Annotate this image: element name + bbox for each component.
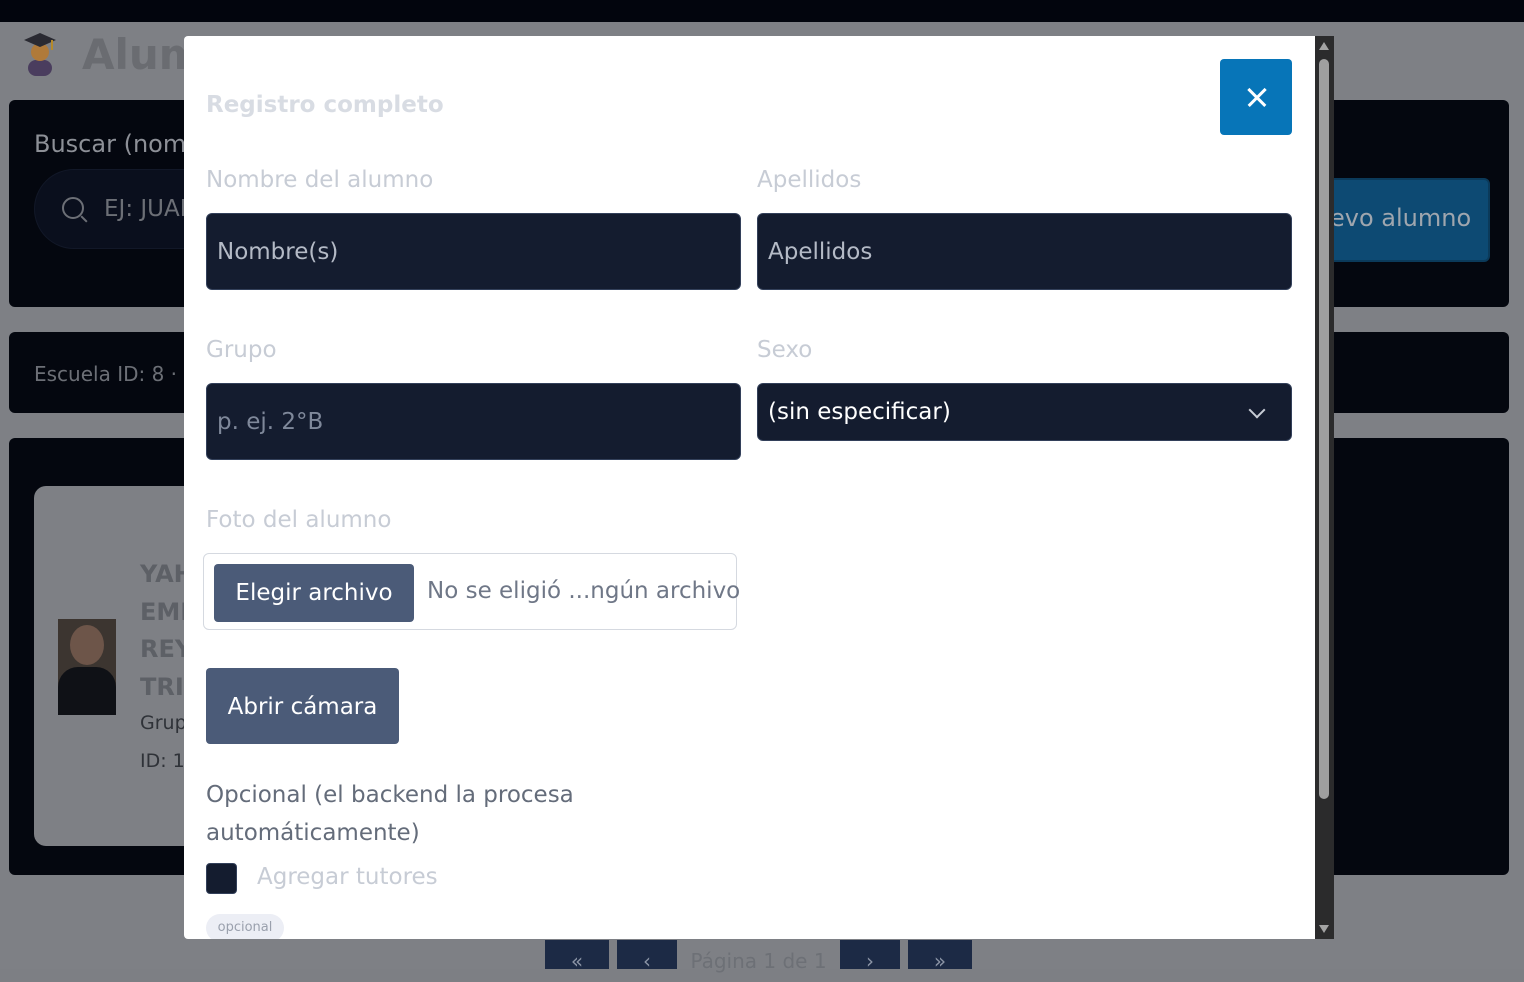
photo-file-input[interactable]: Elegir archivo No se eligió ...ngún arch… [203,553,741,630]
pager-next-button[interactable]: › [840,940,900,973]
pager-status: Página 1 de 1 [677,940,840,973]
add-tutors-label[interactable]: Agregar tutores [257,864,438,890]
optional-badge: opcional [206,914,284,939]
sexo-selected-value: (sin especificar) [768,399,951,425]
nombre-label: Nombre del alumno [206,167,434,193]
student-id: ID: 1 [140,750,185,772]
apellidos-field[interactable] [757,213,1292,290]
choose-file-button[interactable]: Elegir archivo [214,564,414,622]
scroll-up-arrow-icon[interactable] [1319,42,1329,50]
chevron-down-icon [1248,401,1266,419]
pager-first-button[interactable]: « [545,940,609,973]
optional-note: Opcional (el backend la procesa automáti… [206,782,574,846]
sexo-label: Sexo [757,337,813,363]
grupo-input[interactable] [207,384,740,459]
modal-title: Registro completo [206,92,444,118]
foto-label: Foto del alumno [206,507,392,533]
window-top-bar [0,0,1524,22]
file-status-text: No se eligió ...ngún archivo [427,578,741,604]
grupo-label: Grupo [206,337,277,363]
new-student-button-label: evo alumno [1330,204,1472,232]
school-info: Escuela ID: 8 · Ro [34,362,209,386]
scroll-down-arrow-icon[interactable] [1319,925,1329,933]
sexo-select[interactable]: (sin especificar) [757,383,1292,441]
scrollbar-thumb[interactable] [1319,59,1329,799]
nombre-input[interactable] [207,214,740,289]
pager-prev-button[interactable]: ‹ [617,940,677,973]
student-graduate-icon [20,30,60,76]
registration-modal: Registro completo Nombre del alumno Apel… [184,36,1315,939]
open-camera-button[interactable]: Abrir cámara [206,668,399,744]
nombre-field[interactable] [206,213,741,290]
student-photo [58,619,116,715]
search-label: Buscar (nomb [34,130,202,158]
add-tutors-checkbox[interactable] [206,863,237,894]
pager-last-button[interactable]: » [908,940,972,973]
student-group: Grup [140,712,187,734]
apellidos-label: Apellidos [757,167,862,193]
close-button[interactable] [1220,59,1292,135]
apellidos-input[interactable] [758,214,1291,289]
search-placeholder: EJ: JUAN [104,196,197,222]
grupo-field[interactable] [206,383,741,460]
search-icon [62,197,84,219]
